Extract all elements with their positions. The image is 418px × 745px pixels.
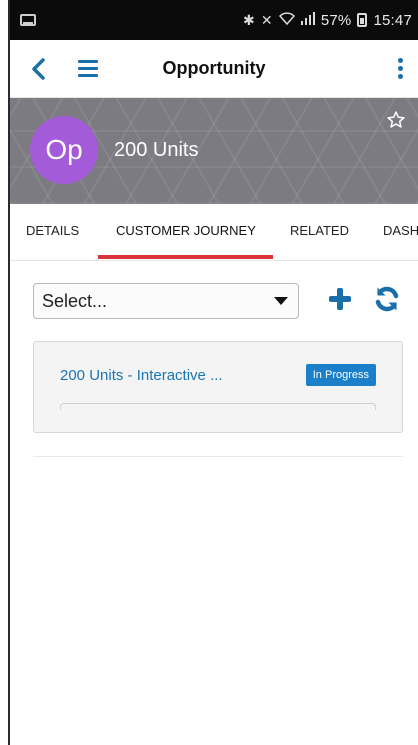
signal-icon [300, 12, 315, 28]
status-bar-left [20, 14, 36, 26]
tab-details[interactable]: DETAILS [26, 204, 79, 260]
journey-select[interactable]: Select... [33, 283, 299, 319]
journey-card-title[interactable]: 200 Units - Interactive ... [60, 367, 223, 384]
status-badge: In Progress [305, 364, 376, 386]
section-divider [33, 456, 403, 457]
mute-icon: ✕ [260, 11, 273, 28]
journey-select-value: Select... [42, 291, 108, 311]
tab-customer-journey[interactable]: CUSTOMER JOURNEY [116, 204, 256, 260]
record-tabs: DETAILS CUSTOMER JOURNEY RELATED DASH [10, 204, 418, 261]
page-title: Opportunity [162, 58, 266, 78]
chevron-down-icon [274, 297, 288, 305]
status-bar: ✱ ✕ 57% 15:47 [10, 0, 418, 40]
journey-card-body [60, 403, 376, 410]
journey-card[interactable]: 200 Units - Interactive ... In Progress [33, 341, 403, 433]
record-name: 200 Units [114, 139, 199, 161]
battery-icon [357, 13, 368, 27]
avatar: Op [30, 116, 98, 184]
status-time: 15:47 [373, 11, 412, 29]
record-header: Op 200 Units [10, 98, 418, 204]
tab-related[interactable]: RELATED [290, 204, 349, 260]
notification-icon [20, 14, 36, 26]
active-tab-indicator [98, 255, 273, 259]
customer-journey-panel: Select... 200 Units - Interactive ... In… [10, 261, 418, 745]
tab-dashboard[interactable]: DASH [383, 204, 418, 260]
wifi-icon [278, 12, 295, 28]
add-icon[interactable] [329, 288, 351, 310]
device-frame-left [0, 0, 10, 745]
refresh-icon[interactable] [372, 284, 402, 314]
app-navbar: Opportunity [10, 40, 418, 98]
star-icon[interactable] [386, 110, 406, 130]
status-bar-right: ✱ ✕ 57% 15:47 [243, 12, 412, 29]
battery-percent: 57% [320, 11, 352, 29]
bluetooth-icon: ✱ [242, 11, 255, 28]
more-options-icon[interactable] [398, 58, 404, 80]
